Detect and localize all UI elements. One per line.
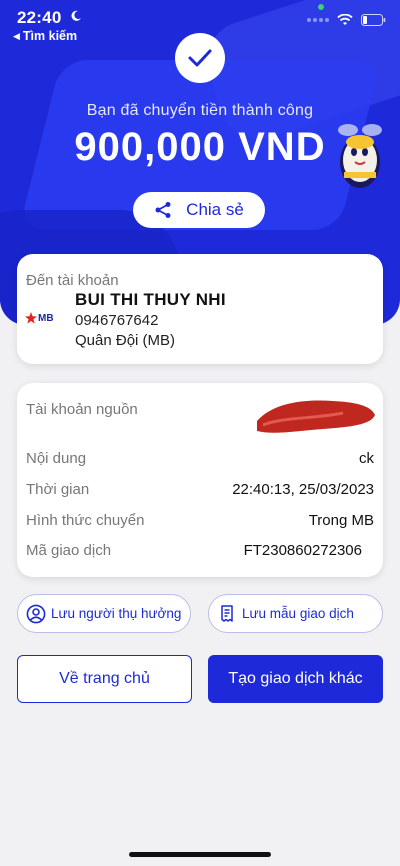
home-button-label: Về trang chủ [59,670,150,687]
detail-row-content: Nội dung ck [26,450,374,467]
success-message: Bạn đã chuyển tiền thành công [86,102,314,119]
privacy-indicator-dot [318,4,324,10]
battery-icon [361,14,386,26]
home-button[interactable]: Về trang chủ [17,655,192,703]
mb-star-icon [25,312,37,324]
share-button[interactable]: Chia sẻ [133,192,265,228]
back-arrow-icon: ◀ [13,30,20,41]
success-check-badge [175,33,225,83]
back-label: Tìm kiếm [22,29,78,43]
mb-bank-logo: MB [25,312,54,324]
share-label: Chia sẻ [186,200,244,219]
detail-key: Nội dung [26,450,87,467]
receipt-icon [221,604,233,622]
check-icon [188,49,212,67]
detail-key: Mã giao dịch [26,542,112,559]
detail-row-transaction-id: Mã giao dịch FT230860272306 [26,542,374,559]
detail-key: Hình thức chuyển [26,512,145,529]
save-beneficiary-button[interactable]: Lưu người thụ hưởng [17,594,191,633]
home-indicator[interactable] [129,852,271,857]
recipient-account-number: 0946767642 [75,312,159,329]
detail-value: 22:40:13, 25/03/2023 [232,481,374,498]
share-icon [155,202,171,218]
moon-icon [71,10,81,21]
wifi-icon [337,14,353,25]
signal-icon [307,18,329,22]
destination-label: Đến tài khoản [26,272,119,289]
new-transaction-label: Tạo giao dịch khác [228,670,363,687]
detail-key: Thời gian [26,481,90,498]
transaction-details-card: Tài khoản nguồn Nội dung ck Thời gian 22… [17,383,383,577]
mascot-icon [338,124,382,188]
save-template-label: Lưu mẫu giao dịch [242,606,354,621]
detail-row-time: Thời gian 22:40:13, 25/03/2023 [26,481,374,498]
status-icons [307,14,386,26]
destination-account-card: Đến tài khoản MB BUI THI THUY NHI 094676… [17,254,383,364]
back-link[interactable]: ◀ Tìm kiếm [13,29,77,43]
redaction-mark [257,400,375,433]
detail-value: Trong MB [308,512,374,529]
recipient-name: BUI THI THUY NHI [75,290,226,309]
mb-logo-text: MB [38,312,54,324]
recipient-bank: Quân Đội (MB) [75,332,176,349]
new-transaction-button[interactable]: Tạo giao dịch khác [208,655,383,703]
save-beneficiary-label: Lưu người thụ hưởng [51,606,182,621]
user-icon [26,604,46,623]
detail-value: FT230860272306 [243,542,362,559]
detail-row-transfer-type: Hình thức chuyển Trong MB [26,512,374,529]
save-template-button[interactable]: Lưu mẫu giao dịch [208,594,383,633]
detail-value: ck [359,450,374,467]
source-account-label: Tài khoản nguồn [26,401,138,418]
status-time: 22:40 [17,8,62,27]
